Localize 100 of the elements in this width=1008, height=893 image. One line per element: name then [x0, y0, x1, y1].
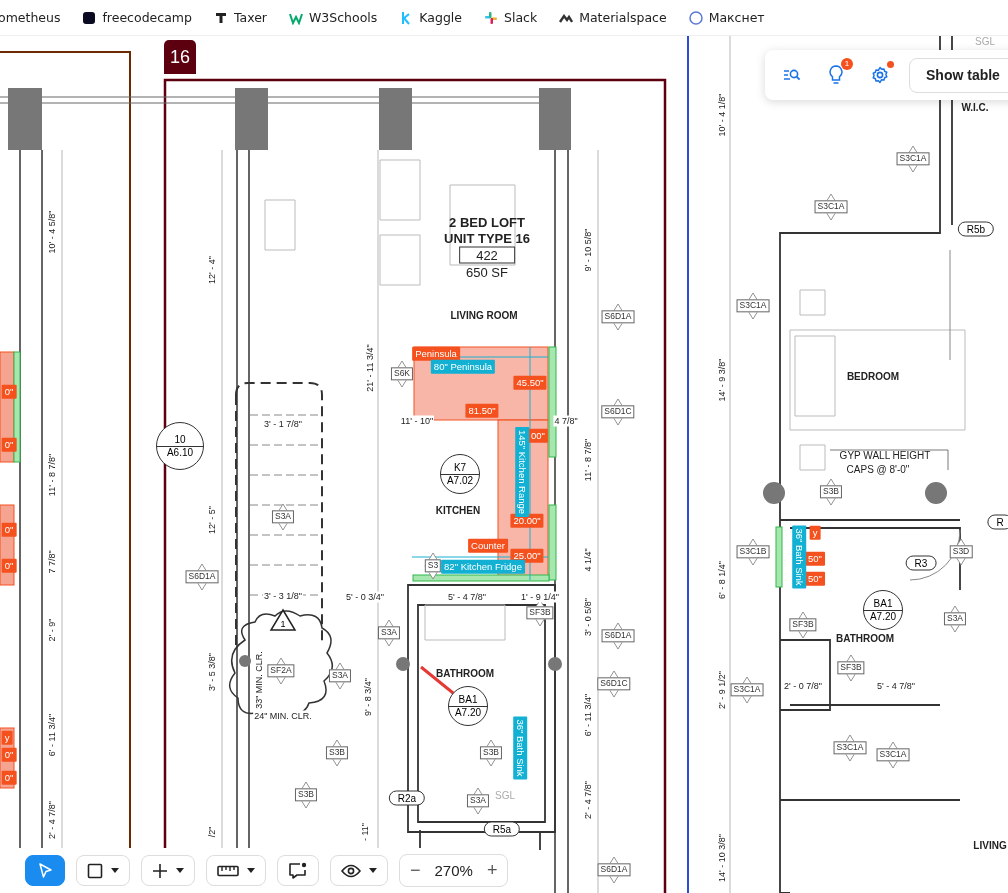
show-table-button[interactable]: Show table	[909, 57, 1008, 93]
measurement-tag[interactable]: 81.50"	[465, 403, 499, 419]
dimension-label: 3' - 3 1/8"	[263, 590, 303, 602]
item-tag[interactable]: 36" Bath Sink	[791, 525, 807, 589]
notification-badge: 1	[841, 58, 853, 70]
unit-title: 2 BED LOFT	[449, 215, 525, 229]
keynote-tag: S3B	[479, 746, 503, 760]
zoom-in-button[interactable]: +	[482, 860, 502, 881]
bookmark-link[interactable]: Kaggle	[399, 10, 462, 25]
keynote-tag: S3A	[466, 794, 490, 808]
note-label: CAPS @ 8'-0"	[846, 465, 910, 475]
keynote-tag: S6D1A	[601, 310, 635, 324]
dimension-label: 9' - 8 3/4"	[363, 678, 373, 716]
keynote-tag: S3A	[943, 612, 967, 626]
rectangle-tool[interactable]	[76, 855, 130, 886]
dimension-label: 5' - 4 7/8"	[876, 680, 916, 692]
dimension-label: 21' - 11 3/4"	[365, 344, 375, 392]
door-tag: R5b	[957, 221, 995, 237]
keynote-tag: S6K	[390, 367, 414, 381]
keynote-tag: SF3B	[837, 661, 865, 675]
bookmark-icon	[688, 10, 703, 25]
measurement-tag[interactable]: 0"	[1, 437, 17, 453]
measurement-tag[interactable]: 0"	[1, 384, 17, 400]
keynote-tag: S3C1B	[736, 545, 770, 559]
bookmark-icon	[484, 10, 498, 25]
dimension-label: 7 7/8"	[47, 550, 57, 574]
keynote-tag: S3D	[949, 545, 973, 559]
measurement-tag[interactable]: 0"	[1, 522, 17, 538]
dimension-label: 5' - 4 7/8"	[447, 591, 487, 603]
select-tool[interactable]	[25, 855, 65, 886]
dimension-label: 10' - 4 1/8"	[717, 93, 727, 137]
bookmark-link[interactable]: Taxer	[213, 10, 267, 25]
room-label: BEDROOM	[846, 372, 900, 382]
settings-icon	[871, 66, 889, 84]
section-callout: BA1 A7.20	[448, 686, 488, 726]
item-tag[interactable]: 82" Kitchen Fridge	[441, 559, 525, 575]
caret-icon	[369, 868, 377, 873]
dimension-label: 14' - 9 3/8"	[717, 358, 727, 402]
dimension-label: 2' - 4 7/8"	[47, 801, 57, 839]
measurement-tag[interactable]: 0"	[1, 770, 17, 786]
measurement-tag[interactable]: y	[1, 730, 13, 746]
bookmark-link[interactable]: Slack	[484, 10, 538, 25]
keynote-tag: S3B	[819, 485, 843, 499]
item-tag[interactable]: 36" Bath Sink	[512, 716, 528, 780]
area-label: 650 SF	[466, 265, 508, 279]
keynote-tag: SF2A	[267, 664, 295, 678]
bookmark-link[interactable]: Макснет	[688, 10, 765, 25]
keynote-tag: S3C1A	[833, 741, 867, 755]
keynote-tag: S6D1A	[601, 629, 635, 643]
dimension-label: 14' - 10 3/8"	[717, 834, 727, 882]
dimension-label: 3' - 5 3/8"	[207, 653, 217, 691]
keynote-tag: S6D1C	[597, 677, 631, 691]
caret-icon	[176, 868, 184, 873]
measurement-tag[interactable]: 0"	[1, 558, 17, 574]
door-tag: R2a	[388, 790, 426, 806]
keynote-tag: S3C1A	[814, 200, 848, 214]
keynote-tag: S3A	[271, 510, 295, 524]
bookmark-link[interactable]: freecodecamp	[82, 10, 192, 25]
insights-button[interactable]: 1	[821, 60, 851, 90]
room-label: KITCHEN	[435, 506, 481, 516]
dimension-label: 6' - 8 1/4"	[717, 561, 727, 599]
section-callout: BA1 A7.20	[863, 590, 903, 630]
revision-number: 1	[280, 619, 286, 629]
unit-title: UNIT TYPE 16	[444, 231, 530, 245]
dimension-label: 2' - 9"	[47, 618, 57, 642]
keynote-tag: S3C1A	[736, 299, 770, 313]
eye-icon	[341, 863, 361, 878]
keynote-tag: S3B	[325, 746, 349, 760]
keynote-tag: S6D1A	[597, 863, 631, 877]
door-tag: R3	[905, 555, 937, 571]
keynote-tag: SF3B	[789, 618, 817, 632]
dimension-label: 12' - 5"	[207, 506, 217, 534]
measurement-tag[interactable]: 45.50"	[513, 375, 547, 391]
room-label: BATHROOM	[435, 669, 495, 679]
measurement-tag[interactable]: 0"	[1, 747, 17, 763]
bookmark-link[interactable]: Materialspace	[559, 10, 667, 25]
measurement-tag[interactable]: Peninsula	[412, 346, 460, 362]
dimension-label: 6' - 11 3/4"	[47, 713, 57, 757]
keynote-tag: S6D1C	[601, 405, 635, 419]
item-tag[interactable]: 80" Peninsula	[430, 359, 496, 375]
room-label: BATHROOM	[835, 634, 895, 644]
dimension-label: 24" MIN. CLR.	[253, 710, 313, 722]
room-label: LIVING	[973, 841, 1007, 851]
dimension-label: - 11"	[360, 823, 370, 841]
add-tool[interactable]	[141, 855, 195, 886]
caret-icon	[247, 868, 255, 873]
dimension-label: 5' - 0 3/4"	[345, 591, 385, 603]
dimension-label: 11' - 8 7/8"	[583, 438, 593, 482]
bookmark-icon	[213, 10, 228, 25]
measure-tool[interactable]	[206, 855, 266, 886]
keynote-tag: S3	[424, 559, 442, 573]
zoom-out-button[interactable]: −	[406, 860, 425, 881]
view-tool[interactable]	[330, 855, 388, 886]
measurement-tag[interactable]: y	[809, 525, 821, 541]
bookmark-link[interactable]: W3Schools	[289, 10, 378, 25]
door-tag: R	[987, 514, 1008, 530]
dimension-label: 3' - 0 5/8"	[583, 598, 593, 636]
comment-tool[interactable]	[277, 855, 319, 886]
caret-icon	[111, 868, 119, 873]
measurement-tag[interactable]: Counter	[468, 538, 508, 554]
